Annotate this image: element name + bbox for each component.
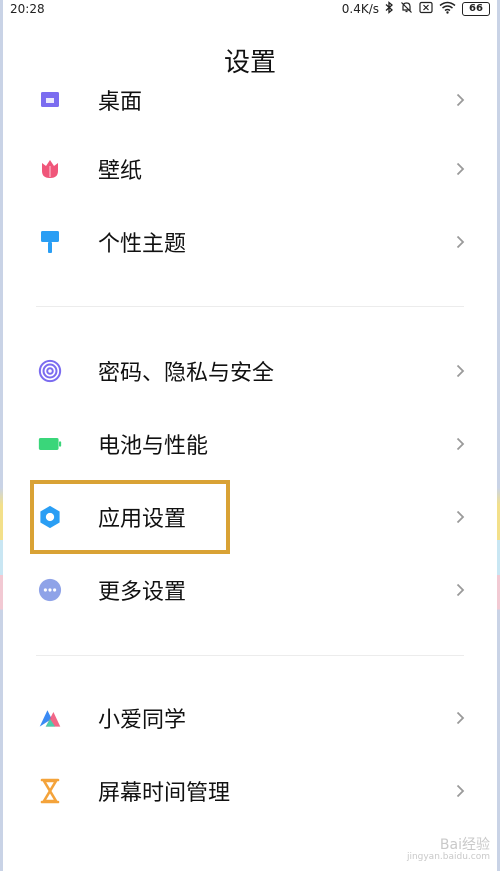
- brush-icon: [38, 230, 62, 254]
- page-title: 设置: [223, 48, 276, 78]
- gear-icon: [38, 505, 62, 529]
- battery-icon: 66: [462, 2, 490, 16]
- settings-item-label: 桌面: [98, 90, 143, 115]
- chevron-right-icon: [454, 710, 466, 726]
- tulip-icon: [38, 157, 62, 181]
- desktop-icon: [38, 90, 62, 112]
- status-bar: 20:28 0.4K/s 66: [0, 0, 500, 18]
- settings-item-screen-time[interactable]: 屏幕时间管理: [0, 763, 500, 819]
- settings-item-label: 个性主题: [98, 232, 187, 257]
- status-time: 20:28: [10, 2, 45, 16]
- chevron-right-icon: [454, 234, 466, 250]
- chevron-right-icon: [454, 161, 466, 177]
- chevron-right-icon: [454, 509, 466, 525]
- settings-item-more[interactable]: 更多设置: [0, 562, 500, 618]
- settings-item-desktop[interactable]: 桌面: [0, 90, 500, 128]
- watermark-url: jingyan.baidu.com: [406, 852, 490, 863]
- watermark-text: Bai经验: [439, 836, 490, 853]
- xiaoai-icon: [38, 706, 62, 730]
- chevron-right-icon: [454, 582, 466, 598]
- bluetooth-icon: [385, 1, 394, 17]
- settings-item-xiaoai[interactable]: 小爱同学: [0, 690, 500, 746]
- settings-item-label: 密码、隐私与安全: [98, 361, 275, 386]
- settings-item-wallpaper[interactable]: 壁纸: [0, 141, 500, 197]
- settings-item-label: 屏幕时间管理: [98, 781, 231, 806]
- mute-icon: [400, 1, 413, 17]
- chevron-right-icon: [454, 92, 466, 108]
- chevron-right-icon: [454, 363, 466, 379]
- more-icon: [38, 578, 62, 602]
- settings-item-theme[interactable]: 个性主题: [0, 214, 500, 270]
- hourglass-icon: [38, 778, 62, 804]
- fingerprint-icon: [38, 359, 62, 383]
- settings-item-label: 小爱同学: [98, 708, 187, 733]
- watermark: Bai经验 jingyan.baidu.com: [406, 836, 490, 863]
- settings-item-security[interactable]: 密码、隐私与安全: [0, 343, 500, 399]
- chevron-right-icon: [454, 783, 466, 799]
- section-divider: [36, 306, 464, 307]
- settings-item-label: 更多设置: [98, 580, 187, 605]
- settings-item-label: 应用设置: [98, 507, 187, 532]
- settings-item-label: 电池与性能: [98, 434, 209, 459]
- sim-off-icon: [419, 1, 433, 17]
- settings-item-app-settings[interactable]: 应用设置: [0, 489, 500, 545]
- status-icons: 0.4K/s 66: [342, 1, 490, 17]
- wifi-icon: [439, 1, 456, 17]
- settings-item-label: 壁纸: [98, 159, 143, 184]
- section-divider: [36, 655, 464, 656]
- settings-item-battery[interactable]: 电池与性能: [0, 416, 500, 472]
- chevron-right-icon: [454, 436, 466, 452]
- net-speed: 0.4K/s: [341, 2, 379, 16]
- battery-icon: [38, 432, 62, 456]
